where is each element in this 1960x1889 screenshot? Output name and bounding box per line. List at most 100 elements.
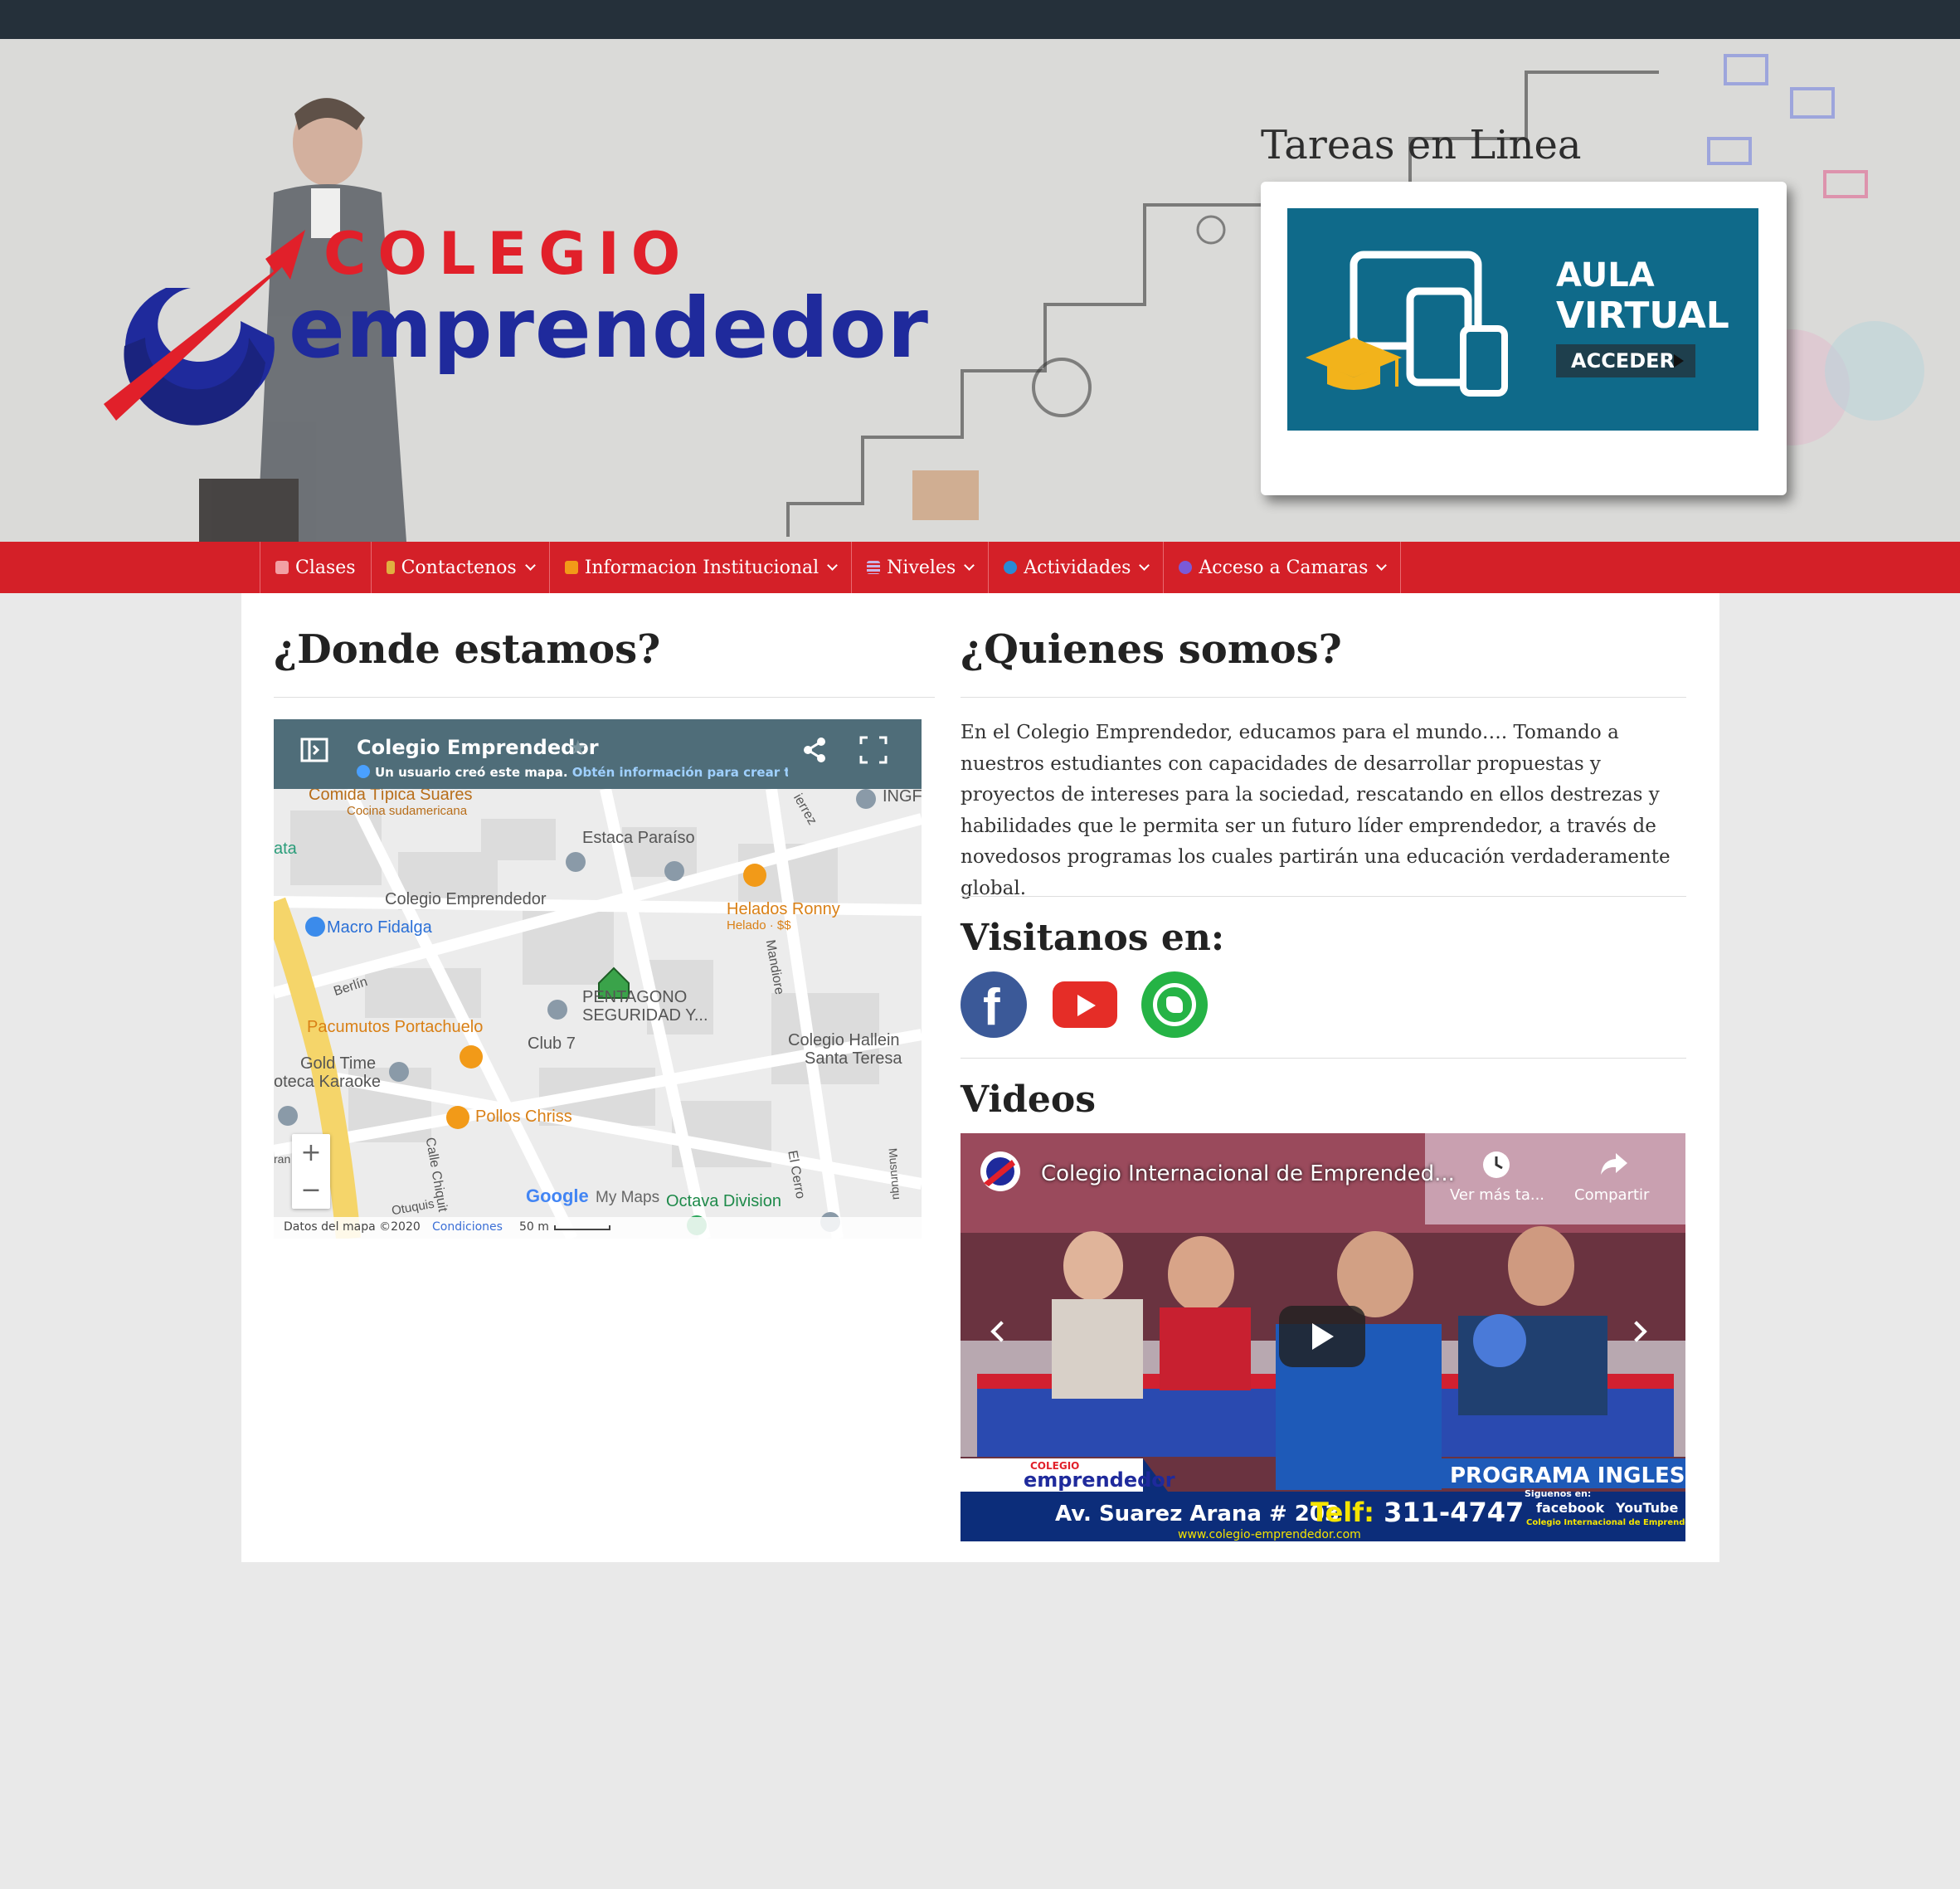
embedded-map[interactable]: Comida Típica Suares Cocina sudamericana… bbox=[274, 719, 922, 1239]
divider bbox=[961, 697, 1686, 698]
chevron-down-icon bbox=[1139, 559, 1150, 571]
aula-virtual-card[interactable]: AULA VIRTUAL ACCEDER bbox=[1261, 182, 1787, 495]
banner-channel: Colegio Internacional de Emprendedores bbox=[1526, 1518, 1685, 1527]
map-scale: 50 m bbox=[519, 1220, 549, 1234]
map-terms-link[interactable]: Condiciones bbox=[432, 1220, 503, 1234]
nav-label: Contactenos bbox=[401, 557, 517, 578]
map-place: Estaca Paraíso bbox=[582, 829, 695, 847]
scale-bar bbox=[554, 1225, 610, 1230]
video-title[interactable]: Colegio Internacional de Emprended... bbox=[1041, 1161, 1455, 1186]
facebook-icon[interactable]: f bbox=[961, 971, 1027, 1038]
map-subtitle: Un usuario creó este mapa. Obtén informa… bbox=[357, 765, 788, 780]
camera-icon bbox=[1179, 561, 1193, 574]
star-icon[interactable]: ★ bbox=[569, 736, 587, 759]
aula-text-line1: AULA bbox=[1556, 256, 1655, 295]
zoom-in-button[interactable]: + bbox=[292, 1134, 330, 1171]
banner-telephone: Telf: 311-4747 bbox=[1311, 1497, 1524, 1528]
map-street: ran bbox=[274, 1152, 291, 1166]
chevron-down-icon bbox=[827, 559, 839, 571]
donde-estamos-heading: ¿Donde estamos? bbox=[274, 626, 661, 673]
aula-text-line2: VIRTUAL bbox=[1556, 295, 1729, 337]
share-icon[interactable] bbox=[801, 736, 829, 764]
watch-later-label: Ver más ta... bbox=[1450, 1186, 1545, 1204]
nav-label: Niveles bbox=[887, 557, 956, 578]
nav-item-actividades[interactable]: Actividades bbox=[988, 542, 1163, 593]
videos-heading: Videos bbox=[961, 1078, 1096, 1121]
divider bbox=[961, 1058, 1686, 1059]
map-footer: Datos del mapa ©2020 Condiciones 50 m bbox=[274, 1217, 922, 1239]
share-label: Compartir bbox=[1574, 1186, 1650, 1204]
acceder-button[interactable]: ACCEDER bbox=[1556, 344, 1695, 377]
list-icon bbox=[867, 561, 881, 574]
map-place: Pollos Chriss bbox=[475, 1108, 572, 1126]
map-attribution: Datos del mapa ©2020 bbox=[284, 1220, 421, 1234]
google-logo: Google bbox=[526, 1185, 589, 1206]
map-title: Colegio Emprendedor bbox=[357, 736, 599, 759]
clock-icon[interactable] bbox=[1480, 1148, 1513, 1181]
play-icon bbox=[1312, 1323, 1334, 1350]
map-subtitle-text: Un usuario creó este mapa. bbox=[375, 765, 568, 780]
devices-graduation-icon bbox=[1306, 251, 1508, 397]
chevron-down-icon bbox=[1376, 559, 1388, 571]
nav-label: Informacion Institucional bbox=[584, 557, 820, 578]
chevron-down-icon bbox=[964, 559, 975, 571]
zoom-out-button[interactable]: − bbox=[292, 1171, 330, 1209]
chevron-down-icon bbox=[524, 559, 536, 571]
banner-facebook: facebook bbox=[1536, 1500, 1605, 1516]
nav-item-informacion-institucional[interactable]: Informacion Institucional bbox=[548, 542, 851, 593]
map-place: INGF bbox=[883, 787, 922, 806]
youtube-video-embed[interactable]: Colegio Internacional de Emprended... Ve… bbox=[961, 1133, 1685, 1541]
nav-label: Acceso a Camaras bbox=[1199, 557, 1369, 578]
map-place: PENTAGONO bbox=[582, 988, 688, 1006]
logo-text-emprendedor: emprendedor bbox=[289, 280, 929, 377]
nav-item-clases[interactable]: Clases bbox=[260, 542, 371, 593]
map-place: Santa Teresa bbox=[805, 1049, 902, 1068]
person-icon bbox=[386, 561, 395, 574]
nav-item-niveles[interactable]: Niveles bbox=[851, 542, 988, 593]
main-navigation: Clases Contactenos Informacion Instituci… bbox=[0, 542, 1960, 593]
map-place: Gold Time bbox=[300, 1054, 377, 1073]
acceder-label: ACCEDER bbox=[1571, 349, 1675, 372]
banner-follow: Siguenos en: bbox=[1525, 1488, 1592, 1499]
home-icon bbox=[275, 561, 289, 574]
map-place: Pacumutos Portachuelo bbox=[307, 1018, 484, 1036]
visitanos-heading: Visitanos en: bbox=[961, 917, 1225, 959]
main-content: ¿Donde estamos? Comida Típica Suares Coc… bbox=[241, 593, 1719, 1562]
map-place: Macro Fidalga bbox=[327, 918, 432, 937]
banner-url: www.colegio-emprendedor.com bbox=[1178, 1528, 1361, 1541]
share-arrow-icon[interactable] bbox=[1598, 1148, 1631, 1181]
nav-item-acceso-camaras[interactable]: Acceso a Camaras bbox=[1163, 542, 1402, 593]
youtube-icon[interactable] bbox=[1051, 971, 1117, 1038]
map-place: Helados Ronny bbox=[727, 900, 840, 918]
play-button[interactable] bbox=[1279, 1306, 1365, 1367]
fullscreen-icon[interactable] bbox=[859, 736, 888, 764]
banner-tel-number: 311-4747 bbox=[1384, 1497, 1525, 1528]
banner-youtube: YouTube bbox=[1616, 1500, 1679, 1516]
map-place: ata bbox=[274, 840, 297, 858]
map-place: Octava Division bbox=[666, 1192, 781, 1210]
divider bbox=[274, 697, 935, 698]
tareas-title: Tareas en Linea bbox=[1261, 122, 1582, 168]
map-place: SEGURIDAD Y... bbox=[582, 1006, 708, 1025]
map-place: Colegio Emprendedor bbox=[385, 890, 547, 908]
globe-icon bbox=[1004, 561, 1018, 574]
map-place: Colegio Hallein bbox=[788, 1031, 900, 1049]
nav-label: Actividades bbox=[1024, 557, 1131, 578]
nav-item-contactenos[interactable]: Contactenos bbox=[370, 542, 549, 593]
zoom-controls: + − bbox=[292, 1134, 330, 1209]
divider bbox=[961, 896, 1686, 897]
logo-text-colegio: COLEGIO bbox=[323, 220, 693, 288]
sidebar-toggle-icon[interactable] bbox=[299, 734, 332, 767]
banner-tel-label: Telf: bbox=[1311, 1497, 1374, 1528]
map-subtitle-link[interactable]: Obtén información para crear tu pro bbox=[572, 765, 788, 780]
banner-address: Av. Suarez Arana # 203 bbox=[1055, 1502, 1340, 1526]
nav-label: Clases bbox=[295, 557, 356, 578]
play-arrow-icon bbox=[1674, 354, 1684, 368]
mymaps-logo: My Maps bbox=[596, 1189, 660, 1206]
banner-logo: emprendedor bbox=[1024, 1468, 1175, 1492]
info-icon bbox=[357, 765, 370, 778]
map-place: oteca Karaoke bbox=[274, 1073, 381, 1091]
map-place: Cocina sudamericana bbox=[347, 804, 468, 818]
aula-virtual-banner[interactable]: AULA VIRTUAL ACCEDER bbox=[1287, 208, 1758, 431]
whatsapp-icon[interactable] bbox=[1141, 971, 1208, 1038]
